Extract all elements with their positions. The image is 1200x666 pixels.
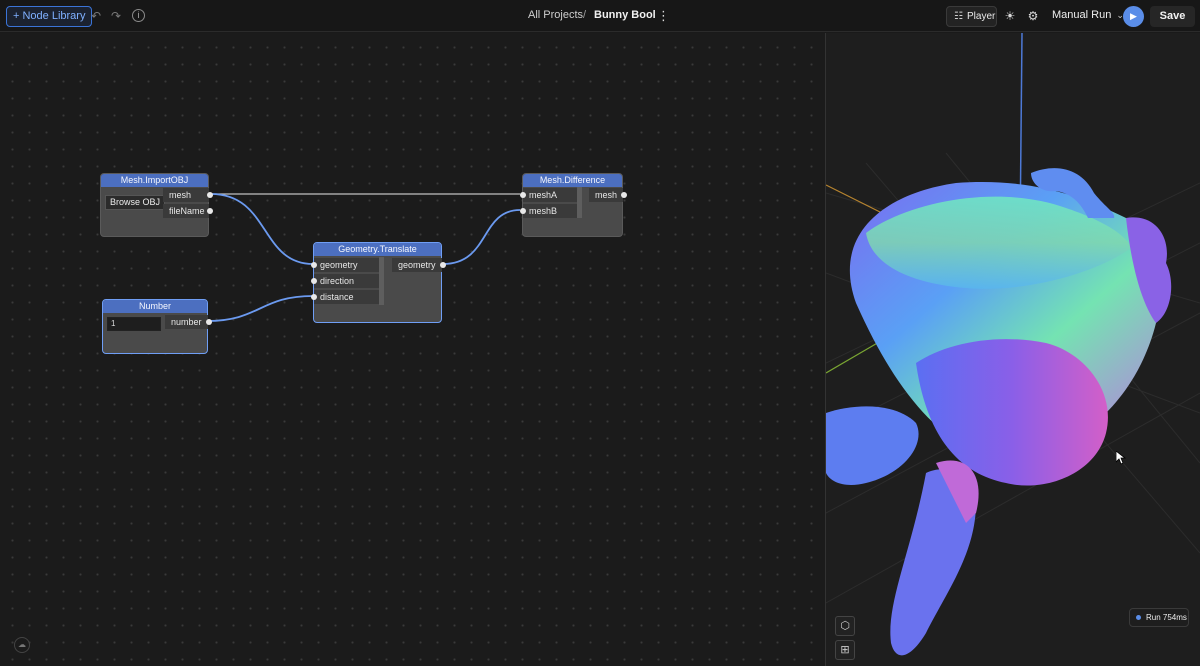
- view-cube-button[interactable]: ⬡: [835, 616, 855, 636]
- node-library-button[interactable]: + Node Library: [6, 6, 93, 27]
- sun-icon[interactable]: ☀: [1002, 8, 1018, 24]
- view-grid-button[interactable]: ⊞: [835, 640, 855, 660]
- node-geometry-translate[interactable]: Geometry.Translate geometry direction di…: [311, 242, 446, 323]
- output-port-filename[interactable]: fileName: [163, 204, 209, 218]
- cloud-icon[interactable]: ☁: [14, 637, 30, 653]
- output-port-mesh[interactable]: mesh: [589, 188, 623, 202]
- run-play-button[interactable]: ▶: [1123, 6, 1144, 27]
- input-port-direction[interactable]: direction: [314, 274, 379, 288]
- run-status-badge: Run 754ms: [1129, 608, 1189, 627]
- port-dot[interactable]: [207, 208, 213, 214]
- player-label: Player: [967, 11, 996, 22]
- 3d-viewport[interactable]: ⬡ ⊞: [826, 33, 1200, 666]
- undo-icon[interactable]: ↶: [88, 8, 104, 24]
- node-number[interactable]: Number 1 number: [102, 299, 212, 354]
- port-dot[interactable]: [207, 192, 213, 198]
- redo-icon[interactable]: ↷: [108, 8, 124, 24]
- info-icon[interactable]: i: [132, 9, 145, 22]
- more-options-icon[interactable]: ⋮: [657, 8, 670, 24]
- port-dot[interactable]: [440, 262, 446, 268]
- port-dot[interactable]: [621, 192, 627, 198]
- port-dot[interactable]: [311, 294, 317, 300]
- number-value-input[interactable]: 1: [107, 317, 161, 331]
- port-divider: [577, 187, 582, 218]
- bunny-mesh-render: [826, 33, 1200, 656]
- node-mesh-importobj[interactable]: Mesh.ImportOBJ Browse OBJ mesh fileName: [100, 173, 213, 237]
- input-port-meshB[interactable]: meshB: [523, 204, 577, 218]
- input-port-meshA[interactable]: meshA: [523, 188, 577, 202]
- top-toolbar: + Node Library ↶ ↷ i All Projects / Bunn…: [0, 0, 1200, 32]
- breadcrumb-separator: /: [583, 9, 587, 21]
- run-mode-label: Manual Run: [1052, 9, 1112, 21]
- port-dot[interactable]: [311, 278, 317, 284]
- node-mesh-difference[interactable]: Mesh.Difference meshA meshB mesh: [520, 173, 627, 237]
- sliders-icon: ☷: [954, 11, 963, 22]
- node-title: Geometry.Translate: [314, 243, 441, 256]
- output-port-mesh[interactable]: mesh: [163, 188, 209, 202]
- output-port-number[interactable]: number: [165, 315, 208, 329]
- port-dot[interactable]: [520, 192, 526, 198]
- output-port-geometry[interactable]: geometry: [392, 258, 442, 272]
- node-title: Mesh.Difference: [523, 174, 622, 187]
- input-port-geometry[interactable]: geometry: [314, 258, 379, 272]
- run-mode-dropdown[interactable]: Manual Run ⌄: [1052, 9, 1124, 21]
- breadcrumb-all-projects[interactable]: All Projects: [528, 9, 583, 21]
- save-button[interactable]: Save: [1150, 6, 1195, 27]
- node-title: Number: [103, 300, 207, 313]
- port-dot[interactable]: [206, 319, 212, 325]
- mouse-cursor-icon: [1116, 451, 1126, 465]
- run-status-text: Run 754ms: [1146, 613, 1187, 622]
- input-port-distance[interactable]: distance: [314, 290, 379, 304]
- settings-icon[interactable]: ⚙: [1025, 8, 1041, 24]
- port-divider: [379, 257, 384, 305]
- project-title: Bunny Bool: [594, 9, 656, 21]
- player-button[interactable]: ☷ Player: [946, 6, 997, 27]
- port-dot[interactable]: [520, 208, 526, 214]
- browse-obj-button[interactable]: Browse OBJ: [105, 195, 166, 210]
- node-title: Mesh.ImportOBJ: [101, 174, 208, 187]
- status-dot: [1136, 615, 1141, 620]
- port-dot[interactable]: [311, 262, 317, 268]
